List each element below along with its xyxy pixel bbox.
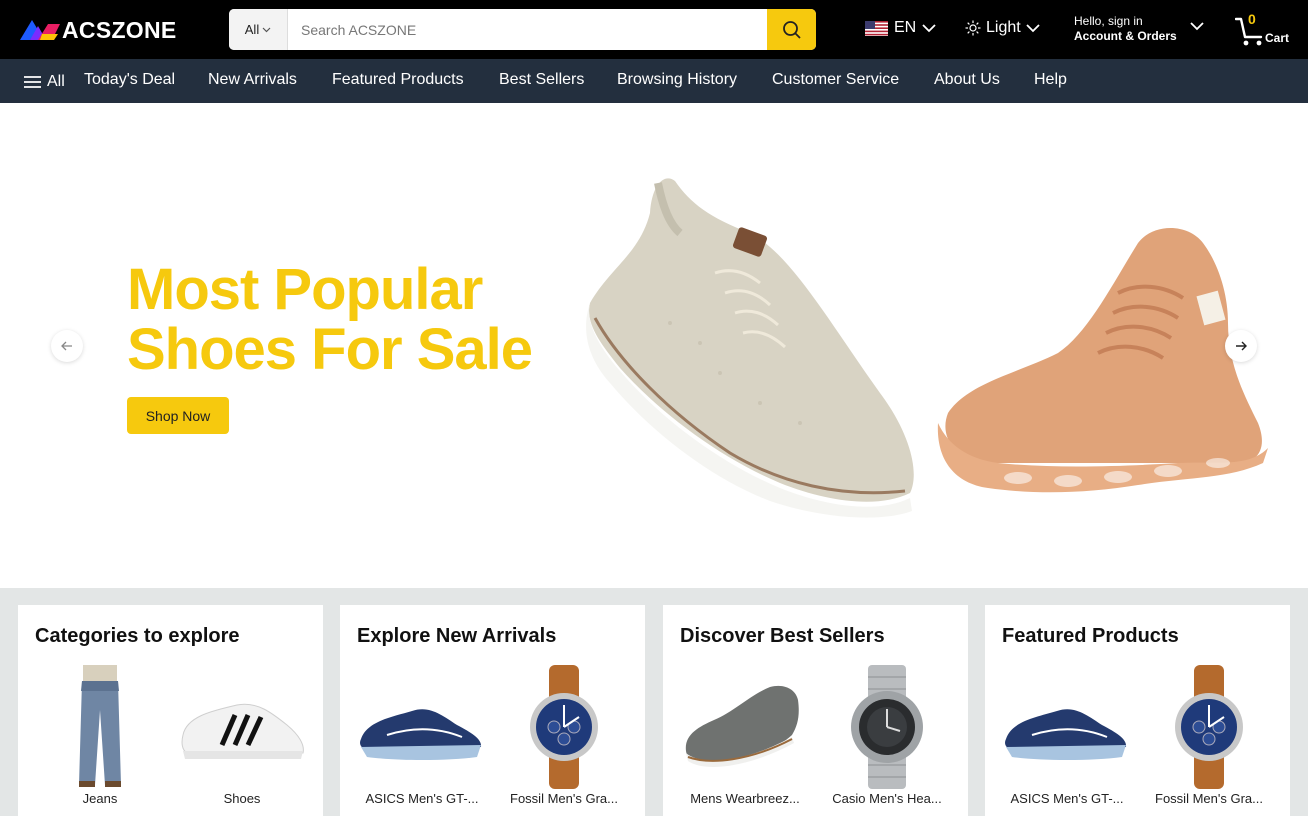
theme-label: Light	[986, 19, 1021, 36]
hero-carousel: Most Popular Shoes For Sale Shop Now	[0, 103, 1308, 588]
language-label: EN	[894, 19, 917, 36]
product-item-fossil[interactable]: Fossil Men's Gra...	[1144, 665, 1274, 806]
category-item-shoes[interactable]: Shoes	[177, 665, 307, 806]
product-item-casio[interactable]: Casio Men's Hea...	[822, 665, 952, 806]
logo[interactable]: ACSZONE	[18, 13, 177, 47]
nav-item-about-us[interactable]: About Us	[934, 71, 1000, 89]
item-label: Fossil Men's Gra...	[1155, 791, 1263, 806]
top-bar: ACSZONE All EN Light Hello, sign in Acco…	[0, 0, 1308, 59]
orange-sneaker-image	[937, 228, 1268, 493]
cart-button[interactable]: 0 Cart	[1235, 11, 1297, 49]
search-category-label: All	[244, 22, 260, 37]
hero-title-line2: Shoes For Sale	[127, 317, 533, 382]
carousel-next-button[interactable]	[1225, 330, 1257, 362]
item-label: Mens Wearbreez...	[690, 791, 800, 806]
category-item-jeans[interactable]: Jeans	[35, 665, 165, 806]
nav-bar: All Today's Deal New Arrivals Featured P…	[0, 59, 1308, 103]
nav-item-best-sellers[interactable]: Best Sellers	[499, 71, 584, 89]
product-item-fossil[interactable]: Fossil Men's Gra...	[499, 665, 629, 806]
brown-watch-image	[1175, 665, 1243, 789]
product-sections: Categories to explore Jeans Shoes Explor…	[0, 588, 1308, 825]
chevron-down-icon	[922, 23, 936, 32]
cart-count: 0	[1248, 11, 1256, 27]
card-title: Discover Best Sellers	[680, 625, 885, 647]
shop-now-button[interactable]: Shop Now	[127, 397, 229, 434]
logo-icon	[20, 20, 60, 40]
card-featured-products: Featured Products ASICS Men's GT-... Fos…	[985, 605, 1290, 825]
blue-running-shoe-image	[360, 709, 482, 760]
jeans-image	[79, 665, 121, 787]
chevron-down-icon	[262, 27, 271, 32]
account-label: Account & Orders	[1074, 29, 1177, 43]
arrow-left-icon	[61, 341, 72, 351]
nav-item-new-arrivals[interactable]: New Arrivals	[208, 71, 297, 89]
language-selector[interactable]: EN	[865, 19, 936, 37]
all-menu-button[interactable]: All	[24, 73, 65, 91]
card-title: Categories to explore	[35, 625, 240, 647]
chevron-down-icon	[1026, 23, 1040, 32]
logo-text: ACSZONE	[62, 16, 177, 43]
card-title: Explore New Arrivals	[357, 625, 557, 647]
beige-sneaker-image	[586, 178, 914, 518]
search-input[interactable]	[288, 9, 767, 50]
product-item-asics[interactable]: ASICS Men's GT-...	[1002, 665, 1132, 806]
search-bar: All	[229, 9, 816, 50]
white-sneaker-image	[181, 703, 304, 759]
chevron-down-icon[interactable]	[1190, 22, 1204, 31]
account-menu[interactable]: Hello, sign in Account & Orders	[1074, 14, 1177, 44]
card-title: Featured Products	[1002, 625, 1179, 647]
search-button[interactable]	[767, 9, 816, 50]
steel-watch-image	[851, 665, 923, 789]
nav-item-customer-service[interactable]: Customer Service	[772, 71, 899, 89]
brown-watch-image	[530, 665, 598, 789]
blue-running-shoe-image	[1005, 709, 1127, 760]
product-item-wearbreeze[interactable]: Mens Wearbreez...	[680, 665, 810, 806]
hamburger-icon	[24, 76, 41, 88]
item-label: Jeans	[82, 791, 118, 806]
card-best-sellers: Discover Best Sellers Mens Wearbreez... …	[663, 605, 968, 825]
arrow-right-icon	[1236, 341, 1247, 351]
card-new-arrivals: Explore New Arrivals ASICS Men's GT-... …	[340, 605, 645, 825]
product-item-asics[interactable]: ASICS Men's GT-...	[357, 665, 487, 806]
all-menu-label: All	[47, 73, 65, 90]
hero-title: Most Popular Shoes For Sale	[127, 257, 533, 382]
account-greeting: Hello, sign in	[1074, 14, 1143, 28]
card-categories: Categories to explore Jeans Shoes	[18, 605, 323, 825]
item-label: Shoes	[223, 791, 261, 806]
us-flag-icon	[865, 20, 888, 36]
carousel-prev-button[interactable]	[51, 330, 83, 362]
sun-icon	[965, 20, 981, 36]
item-label: ASICS Men's GT-...	[365, 791, 479, 806]
grey-shoe-image	[685, 685, 799, 767]
search-icon	[782, 20, 801, 39]
item-label: ASICS Men's GT-...	[1010, 791, 1124, 806]
theme-selector[interactable]: Light	[965, 19, 1040, 37]
item-label: Casio Men's Hea...	[832, 791, 942, 806]
cart-label: Cart	[1265, 31, 1290, 45]
nav-item-help[interactable]: Help	[1034, 71, 1067, 89]
search-category-select[interactable]: All	[229, 9, 288, 50]
item-label: Fossil Men's Gra...	[510, 791, 618, 806]
hero-title-line1: Most Popular	[127, 257, 483, 322]
nav-item-browsing-history[interactable]: Browsing History	[617, 71, 737, 89]
nav-item-featured-products[interactable]: Featured Products	[332, 71, 464, 89]
nav-item-todays-deal[interactable]: Today's Deal	[84, 71, 175, 89]
